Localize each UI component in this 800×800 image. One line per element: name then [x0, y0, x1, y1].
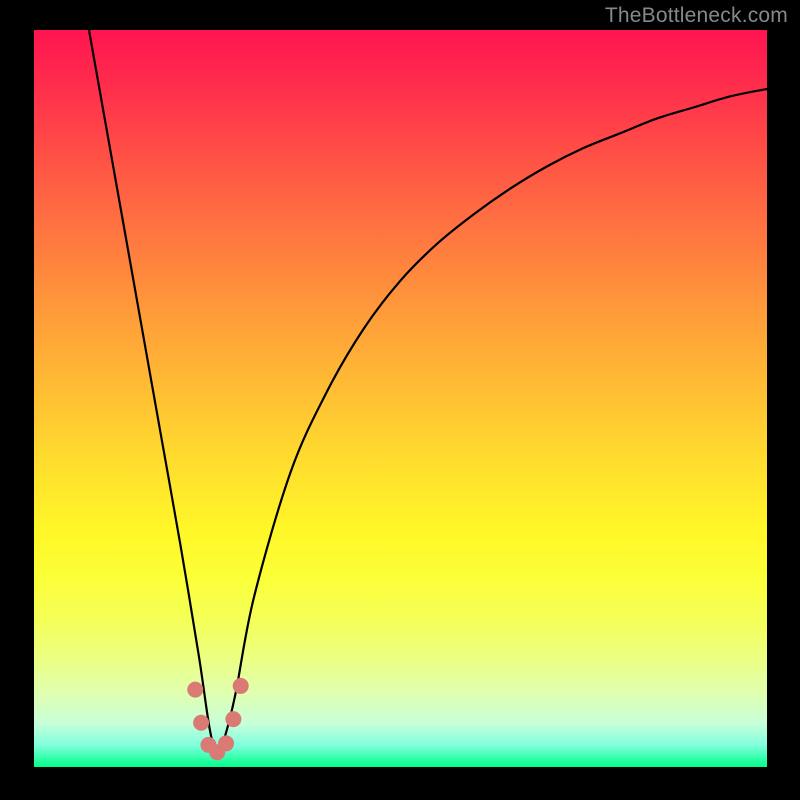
chart-plot-area	[34, 30, 767, 767]
valley-dot	[193, 715, 209, 731]
watermark-text: TheBottleneck.com	[605, 4, 788, 28]
valley-markers	[34, 30, 767, 767]
valley-dot	[225, 711, 241, 727]
valley-dot	[233, 678, 249, 694]
valley-dot	[187, 682, 203, 698]
valley-dot	[218, 735, 234, 751]
